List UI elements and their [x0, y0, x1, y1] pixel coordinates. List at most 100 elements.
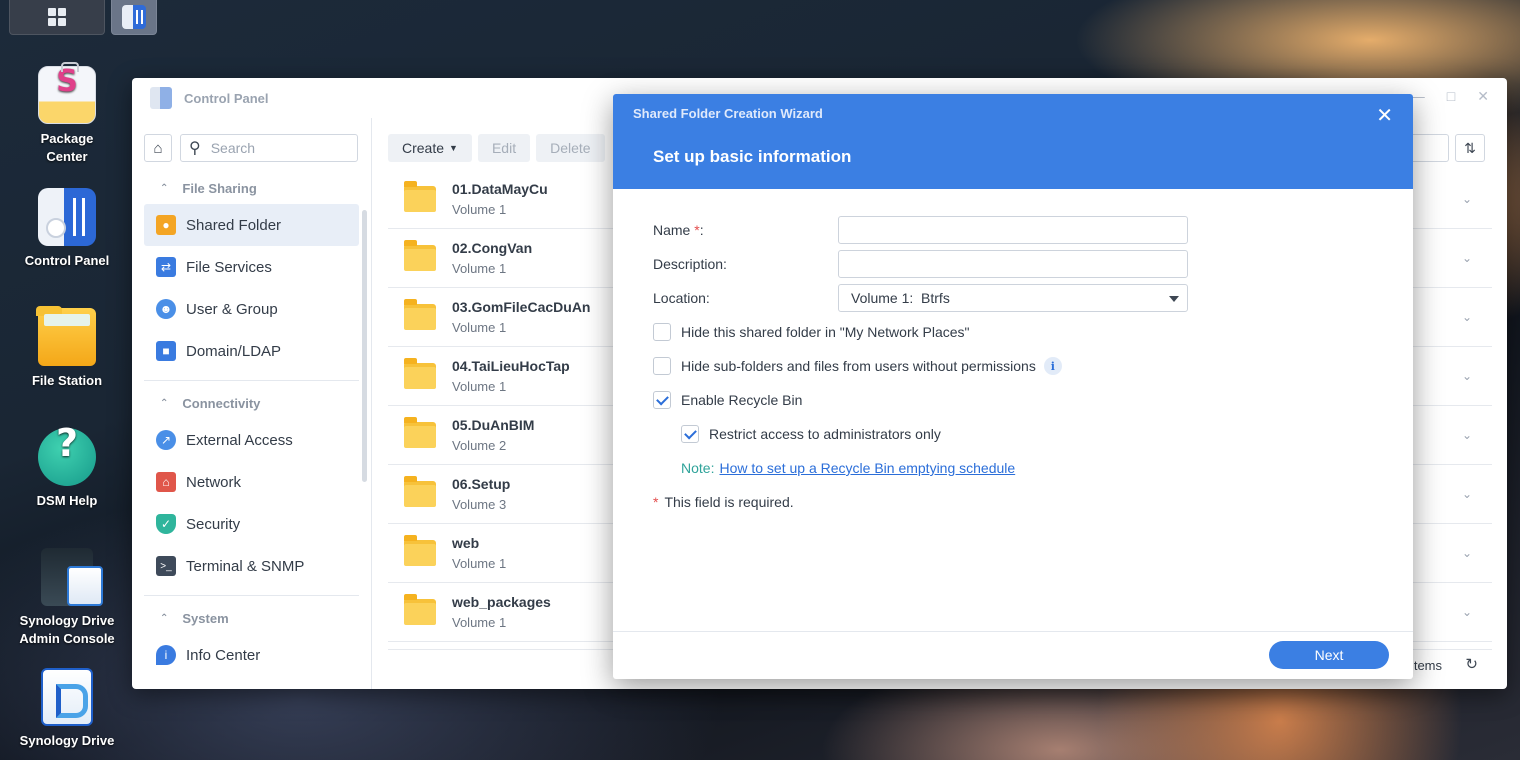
sidebar-section-connectivity[interactable]: ⌃ Connectivity: [144, 387, 359, 419]
note-label: Note:: [681, 460, 715, 476]
items-count: items: [1410, 658, 1442, 673]
sidebar-section-file-sharing[interactable]: ⌃ File Sharing: [144, 172, 359, 204]
sidebar-item-domain-ldap[interactable]: ■ Domain/LDAP: [144, 330, 359, 372]
sidebar-item-security[interactable]: ✓ Security: [144, 503, 359, 545]
desktop-icon-package-center[interactable]: Package Center: [10, 62, 124, 166]
main-menu-button[interactable]: [9, 0, 105, 35]
desktop-icon-control-panel[interactable]: Control Panel: [10, 188, 124, 270]
shared-folder-wizard-dialog: Shared Folder Creation Wizard Set up bas…: [613, 94, 1413, 679]
hide-network-places-option[interactable]: Hide this shared folder in "My Network P…: [653, 315, 1373, 349]
chevron-down-icon[interactable]: ⌄: [1462, 310, 1472, 324]
search-input[interactable]: [210, 140, 341, 156]
chevron-down-icon[interactable]: ⌄: [1462, 369, 1472, 383]
location-value: Volume 1: Btrfs: [851, 290, 950, 306]
sidebar-item-label: Shared Folder: [186, 216, 282, 234]
required-field-note: * This field is required.: [653, 494, 794, 510]
window-title: Control Panel: [184, 90, 269, 106]
package-center-icon: [38, 62, 96, 124]
maximize-icon[interactable]: □: [1447, 88, 1455, 105]
sidebar-item-terminal-snmp[interactable]: >_ Terminal & SNMP: [144, 545, 359, 587]
folder-name: 04.TaiLieuHocTap: [452, 358, 570, 374]
desktop-icon-synology-drive[interactable]: Synology Drive: [10, 668, 124, 750]
folder-name: 06.Setup: [452, 476, 511, 492]
sidebar-section-label: System: [182, 610, 229, 626]
location-select[interactable]: Volume 1: Btrfs: [838, 284, 1188, 312]
wizard-step-title: Set up basic information: [653, 147, 852, 166]
folder-name: 05.DuAnBIM: [452, 417, 535, 433]
enable-recycle-bin-checkbox[interactable]: [653, 391, 671, 409]
sidebar-item-network[interactable]: ⌂ Network: [144, 461, 359, 503]
sidebar-item-label: Info Center: [186, 646, 261, 664]
folder-volume: Volume 3: [452, 497, 507, 512]
hide-subfolders-option[interactable]: Hide sub-folders and files from users wi…: [653, 349, 1373, 383]
description-label: Description:: [653, 256, 727, 272]
user-group-icon: ☻: [156, 299, 176, 319]
sidebar-item-file-services[interactable]: ⇄ File Services: [144, 246, 359, 288]
wizard-form: Name *: Description: Location: Volume 1:…: [653, 213, 1373, 519]
sidebar-item-info-center[interactable]: i Info Center: [144, 634, 359, 676]
description-field[interactable]: [838, 250, 1188, 278]
sort-button[interactable]: ⇅: [1455, 134, 1485, 162]
chevron-down-icon[interactable]: ⌄: [1462, 605, 1472, 619]
desktop-icon-file-station[interactable]: File Station: [10, 306, 124, 390]
sidebar-item-user-group[interactable]: ☻ User & Group: [144, 288, 359, 330]
folder-name: 03.GomFileCacDuAn: [452, 299, 591, 315]
next-button[interactable]: Next: [1269, 641, 1389, 669]
delete-button[interactable]: Delete: [536, 134, 605, 162]
folder-volume: Volume 1: [452, 556, 507, 571]
chevron-down-icon[interactable]: ⌄: [1462, 487, 1472, 501]
checkbox-label: Enable Recycle Bin: [681, 392, 803, 408]
domain-ldap-icon: ■: [156, 341, 176, 361]
edit-button[interactable]: Edit: [477, 134, 531, 162]
close-icon[interactable]: ✕: [1376, 103, 1393, 128]
restrict-admin-checkbox[interactable]: [681, 425, 699, 443]
folder-icon: [404, 299, 436, 330]
taskbar-control-panel-button[interactable]: [111, 0, 157, 35]
chevron-down-icon[interactable]: ⌄: [1462, 428, 1472, 442]
wizard-header[interactable]: Shared Folder Creation Wizard Set up bas…: [613, 94, 1413, 189]
sidebar: ⌂ ⚲ ⌃ File Sharing ● Shared Folder ⇄ Fil…: [132, 118, 372, 689]
recycle-bin-schedule-link[interactable]: How to set up a Recycle Bin emptying sch…: [719, 460, 1015, 476]
folder-volume: Volume 1: [452, 615, 507, 630]
filter-input[interactable]: [1409, 134, 1449, 162]
wizard-window-title: Shared Folder Creation Wizard: [633, 106, 823, 121]
close-icon[interactable]: ✕: [1477, 88, 1489, 105]
folder-icon: [404, 181, 436, 212]
chevron-down-icon[interactable]: ⌄: [1462, 192, 1472, 206]
sidebar-item-external-access[interactable]: ↗ External Access: [144, 419, 359, 461]
desktop-icon-label: Package Center: [40, 131, 94, 164]
chevron-down-icon[interactable]: ⌄: [1462, 251, 1472, 265]
recycle-bin-note: Note: How to set up a Recycle Bin emptyi…: [653, 451, 1373, 485]
search-icon: ⚲: [189, 140, 201, 157]
info-center-icon: i: [156, 645, 176, 665]
name-label: Name *:: [653, 222, 704, 238]
chevron-down-icon[interactable]: ⌄: [1462, 546, 1472, 560]
enable-recycle-bin-option[interactable]: Enable Recycle Bin: [653, 383, 1373, 417]
hide-subfolders-checkbox[interactable]: [653, 357, 671, 375]
sidebar-item-shared-folder[interactable]: ● Shared Folder: [144, 204, 359, 246]
shield-icon: ✓: [156, 514, 176, 534]
desktop-icon-synology-drive-admin[interactable]: Synology Drive Admin Console: [10, 548, 124, 648]
network-icon: ⌂: [156, 472, 176, 492]
sidebar-scrollbar[interactable]: [362, 210, 367, 482]
info-icon[interactable]: i: [1043, 357, 1062, 375]
sidebar-item-label: Security: [186, 515, 241, 533]
sidebar-section-label: File Sharing: [182, 180, 257, 196]
synology-drive-icon: [41, 668, 93, 726]
edit-label: Edit: [491, 140, 517, 156]
restrict-admin-option[interactable]: Restrict access to administrators only: [653, 417, 1373, 451]
desktop-icon-label: Synology Drive Admin Console: [19, 613, 115, 646]
file-services-icon: ⇄: [156, 257, 176, 277]
desktop-icon-dsm-help[interactable]: DSM Help: [10, 428, 124, 510]
refresh-icon[interactable]: ↻: [1465, 655, 1478, 673]
sidebar-section-system[interactable]: ⌃ System: [144, 602, 359, 634]
name-field[interactable]: [838, 216, 1188, 244]
folder-name: web: [452, 535, 480, 551]
location-label: Location:: [653, 290, 710, 306]
grid-icon: [48, 8, 66, 26]
search-box[interactable]: ⚲: [180, 134, 358, 162]
create-button[interactable]: Create ▼: [388, 134, 472, 162]
hide-network-places-checkbox[interactable]: [653, 323, 671, 341]
folder-volume: Volume 1: [452, 261, 507, 276]
home-button[interactable]: ⌂: [144, 134, 172, 162]
